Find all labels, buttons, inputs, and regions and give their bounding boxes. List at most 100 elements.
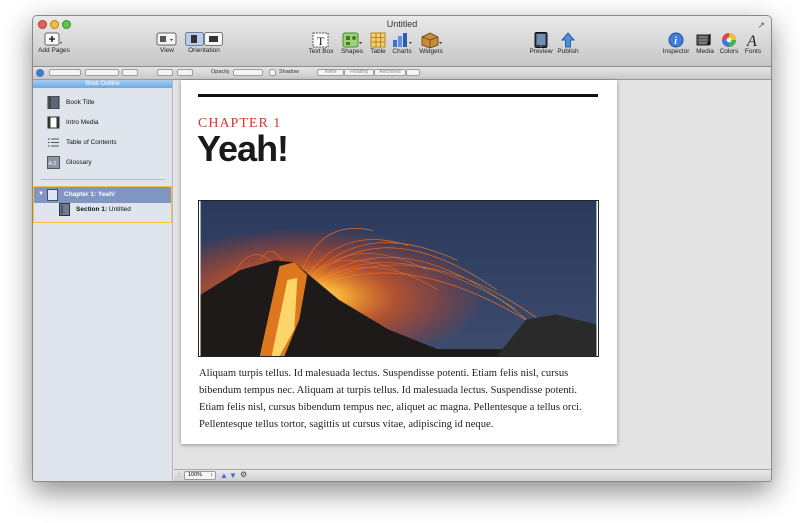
orientation-label: Orientation — [188, 47, 220, 54]
portrait-orientation-icon[interactable] — [185, 32, 204, 47]
svg-text:A: A — [746, 33, 757, 48]
info-icon: i — [668, 32, 684, 48]
format-bar: Opacity Shadow Inline Floating Anchored — [33, 67, 771, 80]
publish-arrow-icon — [560, 32, 576, 48]
opacity-label: Opacity — [211, 69, 230, 75]
table-button[interactable]: Table — [367, 32, 389, 55]
landscape-orientation-icon[interactable] — [204, 32, 223, 47]
window-title: Untitled — [386, 19, 418, 29]
body-paragraph[interactable]: Aliquam turpis tellus. Id malesuada lect… — [199, 365, 601, 433]
publish-button[interactable]: Publish — [555, 32, 581, 55]
chapter-header-bar: ▼ Chapter 1: Yeah! — [34, 187, 171, 203]
title-toolbar: Untitled ↗ Add Pages View Orientation T … — [33, 16, 771, 67]
status-bar: ⋮ 100% ↕ ▲ ▼ ⚙ — [174, 469, 771, 481]
style-popup[interactable] — [49, 69, 81, 76]
chapter-heading[interactable]: Yeah! — [197, 128, 289, 170]
text-box-button[interactable]: T Text Box — [308, 32, 334, 55]
glossary-label: Glossary — [66, 159, 92, 166]
resize-grip-icon[interactable]: ⋮ — [176, 471, 182, 478]
document-canvas[interactable]: CHAPTER 1 Yeah! Aliquam turpis tellus. I… — [174, 80, 771, 473]
colors-label: Colors — [719, 48, 739, 55]
opacity-popup[interactable] — [233, 69, 263, 76]
fonts-button[interactable]: A Fonts — [741, 32, 765, 55]
add-pages-label: Add Pages — [38, 47, 70, 54]
wrap-floating-label: Floating — [350, 69, 368, 75]
zoom-value: 100% — [188, 472, 203, 478]
inspector-label: Inspector — [662, 48, 690, 55]
wrap-floating-button[interactable]: Floating — [344, 69, 374, 76]
shapes-label: Shapes — [340, 48, 364, 55]
disclosure-triangle-icon[interactable]: ▼ — [38, 191, 44, 197]
previous-page-icon[interactable]: ▲ — [220, 471, 228, 480]
stroke-popup[interactable] — [85, 69, 119, 76]
preview-label: Preview — [529, 48, 553, 55]
book-outline-sidebar: Book Outline Book Title Intro Media Tabl… — [33, 80, 173, 481]
colors-button[interactable]: Colors — [717, 32, 741, 55]
intro-media-label: Intro Media — [66, 119, 99, 126]
table-icon — [370, 32, 386, 48]
stroke-width-popup[interactable] — [122, 69, 138, 76]
widgets-label: Widgets — [419, 48, 443, 55]
widgets-icon — [421, 32, 442, 48]
plus-icon — [44, 32, 62, 46]
zoom-popup[interactable]: 100% ↕ — [184, 471, 216, 480]
text-box-label: Text Box — [308, 48, 334, 55]
section-page-icon — [59, 203, 70, 216]
table-label: Table — [370, 48, 386, 55]
table-of-contents-label: Table of Contents — [66, 139, 117, 146]
view-icon — [156, 32, 177, 46]
view-button[interactable]: View — [155, 32, 179, 54]
shapes-button[interactable]: Shapes — [340, 32, 364, 55]
wrap-anchored-label: Anchored — [379, 69, 401, 75]
media-label: Media — [696, 48, 714, 55]
charts-icon — [393, 33, 412, 47]
line-style-button[interactable] — [157, 69, 173, 76]
fonts-icon: A — [746, 33, 757, 48]
outline-divider — [41, 179, 165, 180]
action-gear-icon[interactable]: ⚙ — [240, 470, 247, 479]
section-prefix: Section 1: — [76, 206, 108, 213]
shadow-label: Shadow — [279, 69, 299, 75]
list-icon — [48, 138, 59, 147]
glossary-icon: A-Z — [47, 156, 60, 169]
wrap-inline-button[interactable]: Inline — [317, 69, 344, 76]
wrap-anchored-button[interactable]: Anchored — [374, 69, 406, 76]
chapter-prefix: Chapter 1: — [64, 191, 97, 198]
orientation-control[interactable]: Orientation — [183, 32, 225, 54]
widgets-button[interactable]: Widgets — [417, 32, 445, 55]
chapter-row[interactable]: ▼ Chapter 1: Yeah! Section 1: Untitled — [33, 186, 172, 223]
volcano-photo[interactable] — [198, 200, 599, 357]
fullscreen-icon[interactable]: ↗ — [757, 20, 765, 31]
charts-button[interactable]: Charts — [390, 32, 414, 55]
text-box-icon: T — [312, 32, 329, 48]
ipad-preview-icon — [534, 32, 548, 48]
book-outline-header: Book Outline — [33, 80, 172, 88]
chapter-icon — [47, 189, 58, 201]
wrap-more-popup[interactable] — [406, 69, 420, 76]
inspector-button[interactable]: i Inspector — [660, 32, 692, 55]
preview-button[interactable]: Preview — [528, 32, 554, 55]
shadow-checkbox[interactable] — [269, 69, 276, 76]
book-page[interactable]: CHAPTER 1 Yeah! Aliquam turpis tellus. I… — [181, 80, 617, 444]
fonts-label: Fonts — [744, 48, 762, 55]
add-pages-button[interactable]: Add Pages — [37, 32, 71, 54]
color-wheel-icon — [722, 33, 736, 47]
book-title-label: Book Title — [66, 99, 95, 106]
publish-label: Publish — [557, 48, 579, 55]
media-icon — [696, 34, 711, 46]
view-label: View — [160, 47, 174, 54]
media-button[interactable]: Media — [694, 32, 716, 55]
shapes-icon — [342, 32, 362, 48]
chapter-title: Yeah! — [97, 191, 116, 198]
charts-label: Charts — [392, 48, 412, 55]
app-window: Untitled ↗ Add Pages View Orientation T … — [32, 15, 772, 482]
fill-button[interactable] — [177, 69, 193, 76]
zoom-stepper-icon: ↕ — [210, 472, 214, 478]
svg-text:i: i — [674, 36, 677, 47]
svg-text:T: T — [317, 34, 325, 48]
book-cover-icon — [47, 96, 60, 109]
svg-text:A-Z: A-Z — [49, 161, 57, 167]
style-icon[interactable] — [36, 69, 44, 77]
chapter-rule — [198, 94, 598, 97]
next-page-icon[interactable]: ▼ — [229, 471, 237, 480]
